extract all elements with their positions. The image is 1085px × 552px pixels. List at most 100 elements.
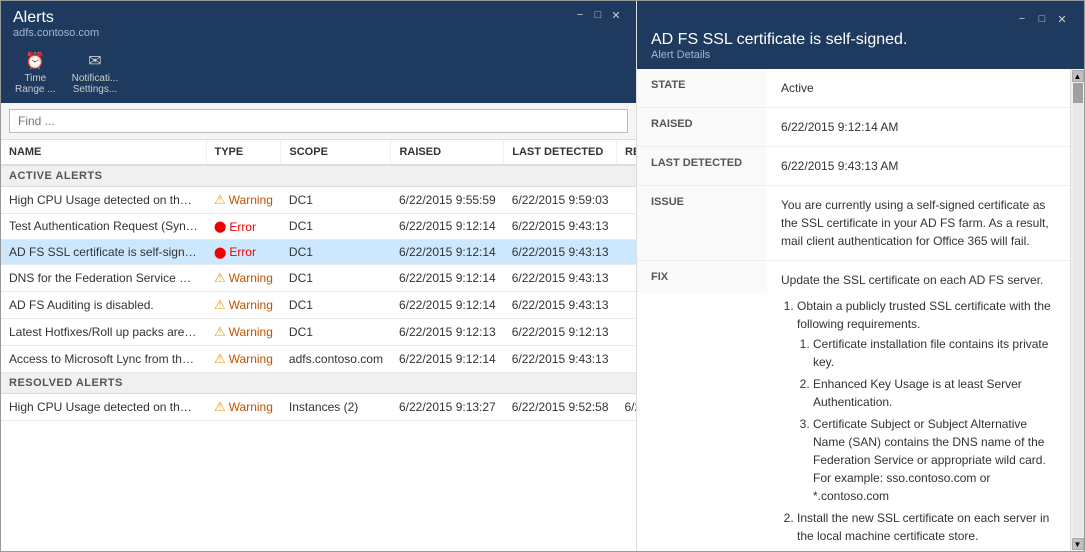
row-type: ⬤Error [206, 239, 281, 265]
toolbar: ⏰ TimeRange ... ✉ Notificati...Settings.… [1, 45, 636, 103]
row-resolved [617, 292, 637, 319]
fix-label: FIX [637, 261, 767, 293]
scroll-track[interactable] [1073, 83, 1083, 537]
fix-step-3: Ensure that the AD FS Service Account ha… [797, 549, 1056, 551]
row-raised: 6/22/2015 9:55:59 [391, 187, 504, 214]
scroll-down-arrow[interactable]: ▼ [1072, 538, 1084, 550]
row-scope: DC1 [281, 214, 391, 240]
table-row[interactable]: Access to Microsoft Lync from the extra.… [1, 346, 636, 373]
state-label: STATE [637, 69, 767, 107]
detail-fix-row: FIX Update the SSL certificate on each A… [637, 261, 1070, 551]
warning-badge: ⚠Warning [214, 192, 273, 208]
issue-label: ISSUE [637, 186, 767, 260]
table-header: NAME TYPE SCOPE RAISED LAST DETECTED RES… [1, 140, 636, 165]
col-header-raised: RAISED [391, 140, 504, 165]
left-header: Alerts adfs.contoso.com − □ ✕ [1, 1, 636, 45]
row-scope: DC1 [281, 265, 391, 292]
row-raised: 6/22/2015 9:12:14 [391, 346, 504, 373]
detail-title: AD FS SSL certificate is self-signed. [651, 31, 1070, 49]
error-icon: ⬤ [214, 246, 226, 259]
notification-settings-button[interactable]: ✉ Notificati...Settings... [66, 49, 125, 97]
fix-step-2: Install the new SSL certificate on each … [797, 509, 1056, 545]
left-panel: Alerts adfs.contoso.com − □ ✕ ⏰ TimeRang… [1, 1, 636, 551]
clock-icon: ⏰ [25, 51, 45, 71]
warning-badge: ⚠Warning [214, 270, 273, 286]
lastdetected-value: 6/22/2015 9:43:13 AM [767, 147, 1070, 185]
minimize-button[interactable]: − [572, 7, 588, 23]
fix-intro: Update the SSL certificate on each AD FS… [781, 271, 1056, 289]
right-close-button[interactable]: ✕ [1054, 11, 1070, 27]
email-icon: ✉ [88, 51, 101, 71]
time-range-button[interactable]: ⏰ TimeRange ... [9, 49, 62, 97]
row-resolved [617, 187, 637, 214]
row-type: ⚠Warning [206, 292, 281, 319]
table-row[interactable]: Test Authentication Request (Synthetic..… [1, 214, 636, 240]
row-raised: 6/22/2015 9:12:14 [391, 239, 504, 265]
row-scope: DC1 [281, 319, 391, 346]
row-name: AD FS SSL certificate is self-signed. [1, 239, 206, 265]
col-header-resolved: RESOLVED [617, 140, 637, 165]
fix-content: Update the SSL certificate on each AD FS… [767, 261, 1070, 551]
warning-icon: ⚠ [214, 270, 226, 286]
fix-steps-list: Obtain a publicly trusted SSL certificat… [781, 297, 1056, 551]
table-body: ACTIVE ALERTSHigh CPU Usage detected on … [1, 165, 636, 421]
row-name: High CPU Usage detected on the Feder... [1, 187, 206, 214]
app-window: Alerts adfs.contoso.com − □ ✕ ⏰ TimeRang… [0, 0, 1085, 552]
row-type: ⬤Error [206, 214, 281, 240]
warning-badge: ⚠Warning [214, 351, 273, 367]
row-type: ⚠Warning [206, 265, 281, 292]
row-last-detected: 6/22/2015 9:52:58 [504, 394, 617, 421]
fix-substep-1-3: Certificate Subject or Subject Alternati… [813, 415, 1056, 505]
row-last-detected: 6/22/2015 9:12:13 [504, 319, 617, 346]
left-panel-subtitle: adfs.contoso.com [13, 27, 99, 39]
scroll-thumb[interactable] [1073, 83, 1083, 103]
scroll-up-arrow[interactable]: ▲ [1072, 70, 1084, 82]
warning-badge: ⚠Warning [214, 324, 273, 340]
error-icon: ⬤ [214, 220, 226, 233]
table-row[interactable]: Latest Hotfixes/Roll up packs are not in… [1, 319, 636, 346]
detail-state-row: STATE Active [637, 69, 1070, 108]
warning-badge: ⚠Warning [214, 297, 273, 313]
col-header-lastdetected: LAST DETECTED [504, 140, 617, 165]
table-row[interactable]: AD FS SSL certificate is self-signed.⬤Er… [1, 239, 636, 265]
right-maximize-button[interactable]: □ [1034, 11, 1050, 27]
row-name: DNS for the Federation Service may be... [1, 265, 206, 292]
row-type: ⚠Warning [206, 346, 281, 373]
row-scope: DC1 [281, 292, 391, 319]
col-header-type: TYPE [206, 140, 281, 165]
row-resolved [617, 319, 637, 346]
table-row[interactable]: High CPU Usage detected on the Feder... ⚠… [1, 187, 636, 214]
detail-content: STATE Active RAISED 6/22/2015 9:12:14 AM… [637, 69, 1070, 551]
section-header: ACTIVE ALERTS [1, 165, 636, 187]
row-last-detected: 6/22/2015 9:43:13 [504, 265, 617, 292]
col-header-scope: SCOPE [281, 140, 391, 165]
right-scrollbar[interactable]: ▲ ▼ [1070, 69, 1084, 551]
maximize-button[interactable]: □ [590, 7, 606, 23]
state-value: Active [767, 69, 1070, 107]
table-row[interactable]: AD FS Auditing is disabled.⚠WarningDC16/… [1, 292, 636, 319]
row-resolved: 6/22/2015 9:53:58 [617, 394, 637, 421]
row-raised: 6/22/2015 9:12:13 [391, 319, 504, 346]
search-input[interactable] [9, 109, 628, 133]
left-panel-title: Alerts [13, 9, 99, 27]
row-type: ⚠Warning [206, 394, 281, 421]
row-last-detected: 6/22/2015 9:43:13 [504, 214, 617, 240]
row-scope: DC1 [281, 187, 391, 214]
table-row[interactable]: DNS for the Federation Service may be...… [1, 265, 636, 292]
right-header: − □ ✕ AD FS SSL certificate is self-sign… [637, 1, 1084, 69]
search-bar [1, 103, 636, 140]
notification-label: Notificati...Settings... [72, 73, 119, 95]
row-resolved [617, 239, 637, 265]
col-header-name: NAME [1, 140, 206, 165]
raised-label: RAISED [637, 108, 767, 146]
alerts-table: NAME TYPE SCOPE RAISED LAST DETECTED RES… [1, 140, 636, 421]
row-scope: adfs.contoso.com [281, 346, 391, 373]
close-button[interactable]: ✕ [608, 7, 624, 23]
fix-step-1: Obtain a publicly trusted SSL certificat… [797, 297, 1056, 505]
fix-substep-1-1: Certificate installation file contains i… [813, 335, 1056, 371]
right-minimize-button[interactable]: − [1014, 11, 1030, 27]
row-raised: 6/22/2015 9:12:14 [391, 214, 504, 240]
row-last-detected: 6/22/2015 9:43:13 [504, 346, 617, 373]
table-row[interactable]: High CPU Usage detected on the Feder...⚠… [1, 394, 636, 421]
row-last-detected: 6/22/2015 9:59:03 [504, 187, 617, 214]
